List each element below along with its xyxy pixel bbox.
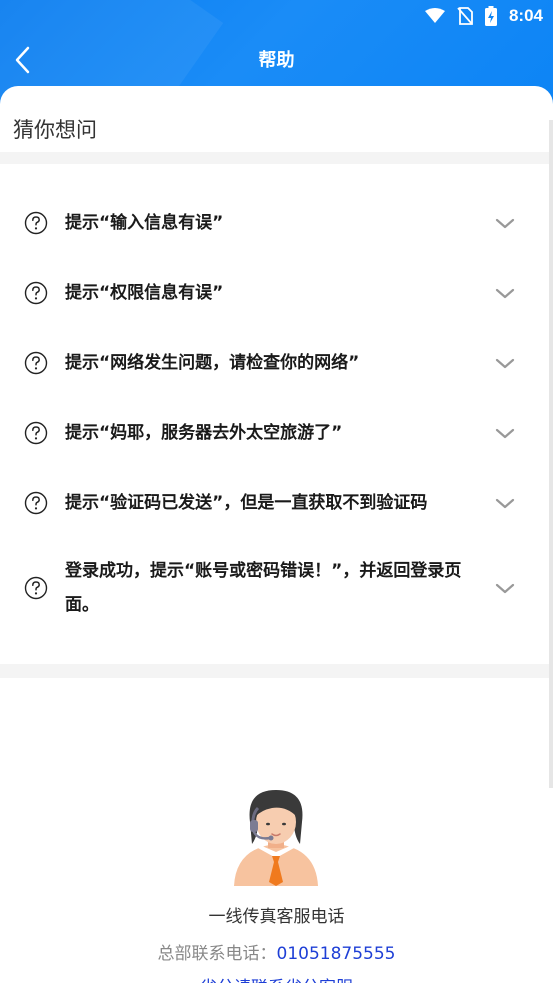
section-divider bbox=[0, 152, 553, 164]
faq-question: 提示“验证码已发送”，但是一直获取不到验证码 bbox=[65, 493, 428, 513]
faq-item[interactable]: 提示“妈耶，服务器去外太空旅游了” bbox=[0, 398, 553, 468]
question-circle-icon bbox=[24, 351, 48, 375]
question-circle-icon bbox=[24, 491, 48, 515]
chevron-down-icon bbox=[495, 218, 515, 229]
chevron-down-icon bbox=[495, 428, 515, 439]
faq-item[interactable]: 提示“权限信息有误” bbox=[0, 258, 553, 328]
wifi-icon bbox=[424, 8, 445, 24]
faq-item[interactable]: 提示“网络发生问题，请检查你的网络” bbox=[0, 328, 553, 398]
faq-question: 提示“权限信息有误” bbox=[65, 283, 224, 303]
back-button[interactable] bbox=[2, 40, 42, 80]
faq-question: 提示“输入信息有误” bbox=[65, 213, 224, 233]
page-title: 帮助 bbox=[258, 50, 295, 71]
section-divider bbox=[0, 664, 553, 678]
nav-bar: 帮助 bbox=[0, 36, 553, 82]
faq-question: 提示“网络发生问题，请检查你的网络” bbox=[65, 353, 360, 373]
faq-item[interactable]: 提示“输入信息有误” bbox=[0, 188, 553, 258]
hq-contact-line: 总部联系电话：01051875555 bbox=[0, 939, 553, 964]
question-circle-icon bbox=[24, 576, 48, 600]
hq-label: 总部联系电话： bbox=[157, 944, 277, 964]
faq-item[interactable]: 登录成功，提示“账号或密码错误！”，并返回登录页面。 bbox=[0, 538, 553, 638]
question-circle-icon bbox=[24, 281, 48, 305]
chevron-down-icon bbox=[495, 583, 515, 594]
question-circle-icon bbox=[24, 211, 48, 235]
battery-charging-icon bbox=[484, 6, 497, 26]
chevron-down-icon bbox=[495, 358, 515, 369]
question-circle-icon bbox=[24, 421, 48, 445]
section-title: 猜你想问 bbox=[13, 118, 97, 142]
faq-question: 提示“妈耶，服务器去外太空旅游了” bbox=[65, 423, 343, 443]
status-bar: 8:04 bbox=[0, 0, 553, 32]
status-time: 8:04 bbox=[508, 6, 543, 25]
chevron-down-icon bbox=[495, 498, 515, 509]
faq-question: 登录成功，提示“账号或密码错误！”，并返回登录页面。 bbox=[65, 561, 462, 615]
chevron-left-icon bbox=[15, 46, 30, 74]
faq-item[interactable]: 提示“验证码已发送”，但是一直获取不到验证码 bbox=[0, 468, 553, 538]
no-sim-icon bbox=[457, 7, 473, 25]
hotline-title: 一线传真客服电话 bbox=[208, 907, 345, 927]
branch-contact-link[interactable]: 省分请联系省分客服 bbox=[0, 973, 553, 983]
scrollbar[interactable] bbox=[549, 120, 553, 788]
customer-service-avatar bbox=[234, 790, 318, 886]
hq-phone-link[interactable]: 01051875555 bbox=[277, 944, 396, 964]
chevron-down-icon bbox=[495, 288, 515, 299]
